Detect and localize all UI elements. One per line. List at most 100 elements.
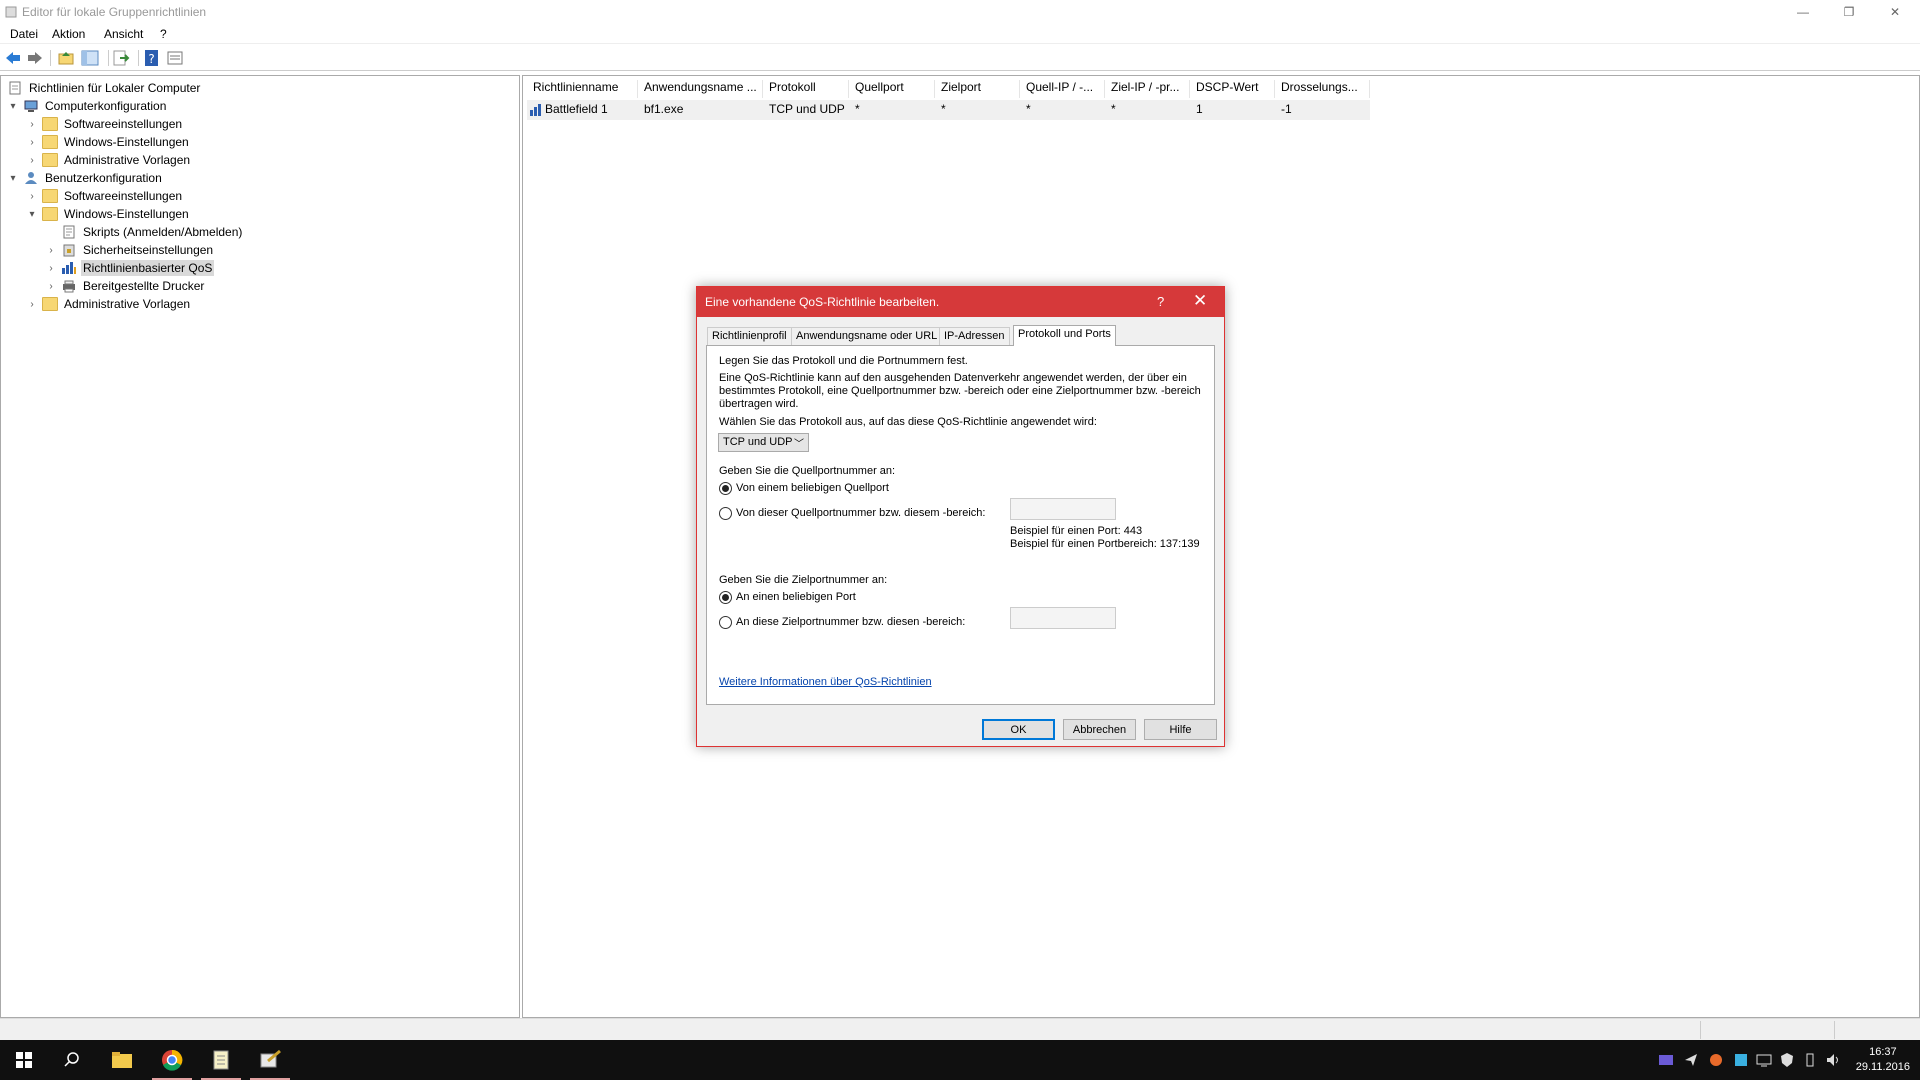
tree-item-administrative-vorlagen-computer[interactable]: › Administrative Vorlagen <box>26 151 192 169</box>
tray-plane-icon[interactable] <box>1683 1052 1699 1068</box>
tray-shield-icon[interactable] <box>1779 1052 1795 1068</box>
script-icon <box>63 225 75 239</box>
show-hide-tree-icon[interactable] <box>81 49 99 67</box>
expand-icon[interactable]: › <box>26 154 38 166</box>
expand-icon[interactable]: › <box>26 118 38 130</box>
folder-icon <box>42 135 58 149</box>
minimize-button[interactable]: — <box>1780 0 1826 24</box>
ok-button[interactable]: OK <box>982 719 1055 740</box>
taskbar-notepad[interactable] <box>197 1040 245 1080</box>
maximize-button[interactable]: ❐ <box>1826 0 1872 24</box>
source-any-radio[interactable] <box>719 482 732 495</box>
dest-any-radio[interactable] <box>719 591 732 604</box>
dialog-close-icon[interactable]: ✕ <box>1193 291 1207 311</box>
export-list-icon[interactable] <box>112 49 130 67</box>
cancel-button[interactable]: Abbrechen <box>1063 719 1136 740</box>
menu-datei[interactable]: Datei <box>10 27 38 41</box>
tree-item-computerkonfiguration[interactable]: ▾ Computerkonfiguration <box>7 97 168 115</box>
tray-orange-icon[interactable] <box>1708 1052 1724 1068</box>
column-header[interactable]: Protokoll <box>763 80 849 98</box>
tree-item-bereitgestellte-drucker[interactable]: › Bereitgestellte Drucker <box>45 277 206 295</box>
tree-item-root[interactable]: Richtlinien für Lokaler Computer <box>3 79 202 97</box>
tab-ip-adressen[interactable]: IP-Adressen <box>939 327 1010 345</box>
expand-icon[interactable]: › <box>45 262 57 274</box>
column-header[interactable]: Drosselungs... <box>1275 80 1370 98</box>
tree-item-softwareeinstellungen-computer[interactable]: › Softwareeinstellungen <box>26 115 184 133</box>
up-folder-icon[interactable] <box>57 49 75 67</box>
tab-anwendungsname[interactable]: Anwendungsname oder URL <box>791 327 943 345</box>
cell-policy-name: Battlefield 1 <box>545 102 608 116</box>
tree-item-windows-einstellungen-benutzer[interactable]: ▾ Windows-Einstellungen <box>26 205 191 223</box>
qos-info-link[interactable]: Weitere Informationen über QoS-Richtlini… <box>719 676 932 688</box>
expand-icon[interactable]: › <box>26 136 38 148</box>
tray-monitor-icon[interactable] <box>1756 1052 1772 1068</box>
protocol-label: Wählen Sie das Protokoll aus, auf das di… <box>719 416 1097 428</box>
forward-icon[interactable] <box>26 49 44 67</box>
dest-any-label[interactable]: An einen beliebigen Port <box>736 591 856 603</box>
tray-battery-icon[interactable] <box>1802 1052 1818 1068</box>
column-header[interactable]: Quell-IP / -... <box>1020 80 1105 98</box>
column-header[interactable]: DSCP-Wert <box>1190 80 1275 98</box>
column-header[interactable]: Richtlinienname <box>527 80 638 98</box>
source-any-label[interactable]: Von einem beliebigen Quellport <box>736 482 889 494</box>
column-header[interactable]: Quellport <box>849 80 935 98</box>
column-header[interactable]: Ziel-IP / -pr... <box>1105 80 1190 98</box>
column-header[interactable]: Zielport <box>935 80 1020 98</box>
source-specific-radio[interactable] <box>719 507 732 520</box>
source-specific-label[interactable]: Von dieser Quellportnummer bzw. diesem -… <box>736 507 985 519</box>
tray-volume-icon[interactable] <box>1825 1052 1841 1068</box>
chevron-down-icon: ﹀ <box>794 439 804 450</box>
source-port-label: Geben Sie die Quellportnummer an: <box>719 465 896 477</box>
cell-dest-ip: * <box>1111 102 1116 116</box>
help-icon[interactable]: ? <box>143 49 161 67</box>
start-button[interactable] <box>0 1040 48 1080</box>
taskbar-explorer[interactable] <box>98 1040 146 1080</box>
taskbar-gpedit[interactable] <box>246 1040 294 1080</box>
help-button[interactable]: Hilfe <box>1144 719 1217 740</box>
tree-item-windows-einstellungen-computer[interactable]: › Windows-Einstellungen <box>26 133 191 151</box>
search-button[interactable] <box>48 1040 96 1080</box>
collapse-icon[interactable]: ▾ <box>26 208 38 220</box>
tree-item-skripts[interactable]: Skripts (Anmelden/Abmelden) <box>45 223 244 241</box>
dest-port-input[interactable] <box>1010 607 1116 629</box>
menu-help[interactable]: ? <box>160 27 167 41</box>
printer-icon <box>63 280 75 293</box>
source-port-input[interactable] <box>1010 498 1116 520</box>
properties-icon[interactable] <box>166 49 184 67</box>
clock[interactable]: 16:37 29.11.2016 <box>1856 1045 1910 1075</box>
tab-protokoll-und-ports[interactable]: Protokoll und Ports <box>1013 325 1116 346</box>
menu-ansicht[interactable]: Ansicht <box>104 27 143 41</box>
column-header[interactable]: Anwendungsname ... <box>638 80 763 98</box>
back-icon[interactable] <box>4 49 22 67</box>
taskbar-chrome[interactable] <box>148 1040 196 1080</box>
gpedit-icon <box>260 1049 281 1068</box>
tray-network-app-icon[interactable] <box>1733 1052 1749 1068</box>
tab-richtlinienprofil[interactable]: Richtlinienprofil <box>707 327 792 345</box>
tray-app-icon[interactable] <box>1658 1052 1674 1068</box>
tree-item-administrative-vorlagen-benutzer[interactable]: › Administrative Vorlagen <box>26 295 192 313</box>
tree-item-richtlinienbasierter-qos[interactable]: › Richtlinienbasierter QoS <box>45 259 215 277</box>
tree-pane: Richtlinien für Lokaler Computer ▾ Compu… <box>0 75 520 1018</box>
expand-icon[interactable]: › <box>26 298 38 310</box>
policy-doc-icon <box>9 81 21 95</box>
cell-protocol: TCP und UDP <box>769 102 845 116</box>
tree-item-benutzerkonfiguration[interactable]: ▾ Benutzerkonfiguration <box>7 169 164 187</box>
notepad-icon <box>213 1050 229 1070</box>
expand-icon[interactable]: › <box>45 244 57 256</box>
expand-icon[interactable]: › <box>26 190 38 202</box>
dialog-title-bar: Eine vorhandene QoS-Richtlinie bearbeite… <box>697 287 1224 317</box>
tree-item-softwareeinstellungen-benutzer[interactable]: › Softwareeinstellungen <box>26 187 184 205</box>
cell-dscp: 1 <box>1196 102 1203 116</box>
dest-specific-radio[interactable] <box>719 616 732 629</box>
window-title: Editor für lokale Gruppenrichtlinien <box>22 5 207 19</box>
menu-aktion[interactable]: Aktion <box>52 27 85 41</box>
collapse-icon[interactable]: ▾ <box>7 172 19 184</box>
expand-icon[interactable]: › <box>45 280 57 292</box>
folder-icon <box>42 189 58 203</box>
protocol-select[interactable]: TCP und UDP ﹀ <box>718 433 809 452</box>
dialog-help-icon[interactable]: ? <box>1157 294 1164 309</box>
close-button[interactable]: ✕ <box>1872 0 1918 24</box>
dest-specific-label[interactable]: An diese Zielportnummer bzw. diesen -ber… <box>736 616 965 628</box>
collapse-icon[interactable]: ▾ <box>7 100 19 112</box>
tree-item-sicherheitseinstellungen[interactable]: › Sicherheitseinstellungen <box>45 241 215 259</box>
